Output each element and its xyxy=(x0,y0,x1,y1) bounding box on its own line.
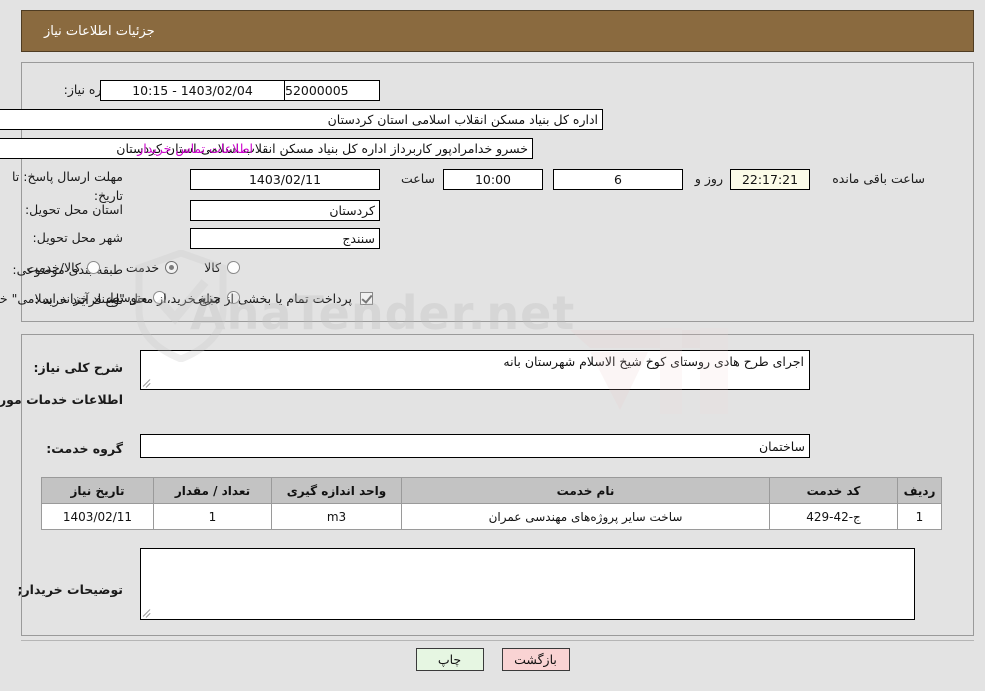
footer-divider xyxy=(21,640,974,641)
treasury-note-wrap: پرداخت تمام یا بخشی از مبلغ خرید،از محل … xyxy=(0,291,373,306)
category-option-kala-khedmat[interactable]: کالا/خدمت xyxy=(26,260,100,275)
buyer-notes-textarea[interactable] xyxy=(140,548,915,620)
need-summary-panel xyxy=(21,62,974,322)
city-label-wrap: شهر محل تحویل: xyxy=(33,230,123,245)
treasury-checkbox[interactable] xyxy=(360,292,373,305)
resize-grip-icon-notes[interactable] xyxy=(142,608,153,618)
province-value: کردستان xyxy=(190,200,380,221)
page-header: جزئیات اطلاعات نیاز xyxy=(21,10,974,52)
category-option-khedmat-label: خدمت xyxy=(125,260,160,275)
service-group-label: گروه خدمت: xyxy=(46,441,123,456)
services-section-title: اطلاعات خدمات مورد نیاز xyxy=(0,392,123,407)
days-remaining-value: 6 xyxy=(553,169,683,190)
col-name: نام خدمت xyxy=(401,477,770,504)
deadline-date-value: 1403/02/11 xyxy=(190,169,380,190)
col-radif: ردیف xyxy=(897,477,942,504)
category-radio-group: کالا خدمت کالا/خدمت xyxy=(0,260,240,275)
category-option-kala-khedmat-label: کالا/خدمت xyxy=(26,260,81,275)
day-and-label-wrap: روز و xyxy=(695,171,723,186)
province-label-wrap: استان محل تحویل: xyxy=(25,202,123,217)
table-header-row: ردیف کد خدمت نام خدمت واحد اندازه گیری ت… xyxy=(41,477,942,504)
page-root: جزئیات اطلاعات نیاز شماره نیاز: 11030052… xyxy=(0,0,985,691)
cell-code: ج-42-429 xyxy=(769,503,898,530)
category-option-kala-label: کالا xyxy=(204,260,221,275)
buyer-notes-label: توضیحات خریدار; xyxy=(17,582,123,597)
deadline-label: مهلت ارسال پاسخ: تا تاریخ: xyxy=(12,169,123,203)
service-items-table: ردیف کد خدمت نام خدمت واحد اندازه گیری ت… xyxy=(41,477,942,530)
remaining-suffix-label: ساعت باقی مانده xyxy=(832,171,925,186)
buyer-notes-label-wrap: توضیحات خریدار; xyxy=(17,582,123,597)
cell-radif: 1 xyxy=(897,503,942,530)
general-desc-value: اجرای طرح هادی روستای کوخ شیخ الاسلام شه… xyxy=(503,354,804,369)
resize-grip-icon[interactable] xyxy=(142,378,153,388)
col-unit: واحد اندازه گیری xyxy=(271,477,402,504)
service-group-label-wrap: گروه خدمت: xyxy=(46,441,123,456)
remaining-suffix-wrap: ساعت باقی مانده xyxy=(832,171,925,186)
requester-value: خسرو خدامرادپور کاربرداز اداره کل بنیاد … xyxy=(0,138,533,159)
radio-kala-khedmat-icon[interactable] xyxy=(86,261,100,274)
category-option-khedmat[interactable]: خدمت xyxy=(125,260,179,275)
table-row: 1 ج-42-429 ساخت سایر پروژه‌های مهندسی عم… xyxy=(41,503,942,530)
cell-date: 1403/02/11 xyxy=(41,503,154,530)
general-desc-label-wrap: شرح کلی نیاز: xyxy=(34,360,123,375)
footer-button-bar: بازگشت چاپ xyxy=(0,648,985,671)
col-code: کد خدمت xyxy=(769,477,898,504)
announce-datetime-value: 1403/02/04 - 10:15 xyxy=(100,80,285,101)
general-desc-label: شرح کلی نیاز: xyxy=(33,360,123,375)
col-date: تاریخ نیاز xyxy=(41,477,154,504)
deadline-time-value: 10:00 xyxy=(443,169,543,190)
cell-name: ساخت سایر پروژه‌های مهندسی عمران xyxy=(401,503,770,530)
service-group-value: ساختمان xyxy=(140,434,810,458)
radio-kala-icon[interactable] xyxy=(227,261,240,274)
treasury-note-label: پرداخت تمام یا بخشی از مبلغ خرید،از محل … xyxy=(0,291,352,306)
countdown-timer: 22:17:21 xyxy=(730,169,810,190)
deadline-label-wrap: مهلت ارسال پاسخ: تا تاریخ: xyxy=(3,166,123,204)
col-qty: تعداد / مقدار xyxy=(153,477,272,504)
city-label: شهر محل تحویل: xyxy=(32,230,123,245)
buyer-contact-link[interactable]: اطلاعات تماس خریدار xyxy=(137,141,253,156)
services-section-title-wrap: اطلاعات خدمات مورد نیاز xyxy=(0,392,123,407)
print-button[interactable]: چاپ xyxy=(415,648,484,671)
general-desc-textarea[interactable]: اجرای طرح هادی روستای کوخ شیخ الاسلام شه… xyxy=(140,350,810,390)
hour-label-wrap: ساعت xyxy=(401,171,435,186)
cell-qty: 1 xyxy=(153,503,272,530)
city-value: سنندج xyxy=(190,228,380,249)
page-title: جزئیات اطلاعات نیاز xyxy=(44,23,155,39)
category-option-kala[interactable]: کالا xyxy=(204,260,240,275)
back-button[interactable]: بازگشت xyxy=(501,648,570,671)
buyer-org-value: اداره کل بنیاد مسکن انقلاب اسلامی استان … xyxy=(0,109,603,130)
hour-label: ساعت xyxy=(400,171,435,186)
cell-unit: m3 xyxy=(271,503,402,530)
day-and-label: روز و xyxy=(694,171,723,186)
radio-khedmat-icon[interactable] xyxy=(165,261,179,274)
province-label: استان محل تحویل: xyxy=(24,202,123,217)
